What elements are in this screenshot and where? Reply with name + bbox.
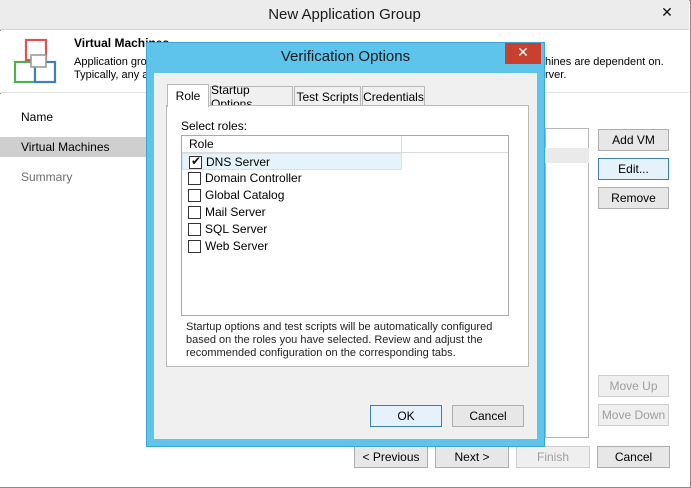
role-label: DNS Server	[206, 155, 271, 169]
role-label: SQL Server	[205, 222, 268, 236]
web-server-checkbox[interactable]	[188, 240, 201, 253]
role-cell: Global Catalog	[182, 187, 402, 204]
header-description-line1: Application gro	[74, 56, 147, 68]
role-row-web-server[interactable]: Web Server	[182, 238, 508, 255]
header-description-line2-tail: rver.	[545, 69, 567, 81]
main-window-title: New Application Group	[268, 6, 421, 23]
roles-info-text: Startup options and test scripts will be…	[186, 321, 511, 360]
domain-controller-checkbox[interactable]	[188, 172, 201, 185]
role-row-dns-server[interactable]: ✔ DNS Server	[182, 153, 508, 170]
dialog-close-icon[interactable]: ✕	[505, 43, 541, 64]
role-label: Domain Controller	[205, 171, 302, 185]
role-label: Global Catalog	[205, 188, 285, 202]
role-cell: Domain Controller	[182, 170, 402, 187]
add-vm-button[interactable]: Add VM	[598, 129, 669, 151]
header-description-line1-tail: hines are dependent on.	[545, 56, 664, 68]
nav-item-name[interactable]: Name	[0, 107, 148, 127]
info-line-3: recommended configuration on the corresp…	[186, 347, 456, 359]
roles-grid-header[interactable]: Role	[182, 136, 402, 153]
main-close-icon[interactable]: ✕	[652, 3, 682, 24]
info-line-2: based on the roles you have selected. Re…	[186, 334, 483, 346]
info-line-1: Startup options and test scripts will be…	[186, 321, 493, 333]
role-cell: SQL Server	[182, 221, 402, 238]
role-label: Web Server	[205, 239, 269, 253]
role-row-global-catalog[interactable]: Global Catalog	[182, 187, 508, 204]
app-group-logo-icon	[13, 38, 57, 84]
role-row-sql-server[interactable]: SQL Server	[182, 221, 508, 238]
vm-list-row[interactable]	[545, 148, 589, 163]
tab-credentials[interactable]: Credentials	[362, 86, 425, 106]
move-up-button[interactable]: Move Up	[598, 375, 669, 397]
dialog-cancel-button[interactable]: Cancel	[452, 405, 524, 427]
finish-button[interactable]: Finish	[516, 446, 590, 468]
checkmark-icon: ✔	[191, 154, 202, 168]
nav-item-virtual-machines[interactable]: Virtual Machines	[0, 137, 148, 157]
cancel-button[interactable]: Cancel	[597, 446, 670, 468]
role-row-domain-controller[interactable]: Domain Controller	[182, 170, 508, 187]
ok-button[interactable]: OK	[370, 405, 442, 427]
dialog-title: Verification Options	[280, 48, 411, 65]
role-cell: ✔ DNS Server	[182, 153, 402, 170]
role-row-mail-server[interactable]: Mail Server	[182, 204, 508, 221]
mail-server-checkbox[interactable]	[188, 206, 201, 219]
nav-item-summary[interactable]: Summary	[0, 167, 148, 187]
edit-button[interactable]: Edit...	[598, 158, 669, 180]
next-button[interactable]: Next >	[435, 446, 509, 468]
select-roles-label: Select roles:	[181, 119, 248, 133]
role-cell: Web Server	[182, 238, 402, 255]
global-catalog-checkbox[interactable]	[188, 189, 201, 202]
header-description-line2: Typically, any a	[74, 69, 149, 81]
role-cell: Mail Server	[182, 204, 402, 221]
vm-list[interactable]	[545, 128, 589, 438]
tab-role[interactable]: Role	[167, 84, 209, 107]
dns-server-checkbox[interactable]: ✔	[189, 154, 202, 169]
sql-server-checkbox[interactable]	[188, 223, 201, 236]
roles-grid-header-filler	[402, 136, 508, 153]
move-down-button[interactable]: Move Down	[598, 404, 669, 426]
previous-button[interactable]: < Previous	[354, 446, 428, 468]
tab-test-scripts[interactable]: Test Scripts	[294, 86, 361, 106]
role-label: Mail Server	[205, 205, 266, 219]
remove-button[interactable]: Remove	[598, 187, 669, 209]
tab-startup-options[interactable]: Startup Options	[210, 83, 293, 111]
